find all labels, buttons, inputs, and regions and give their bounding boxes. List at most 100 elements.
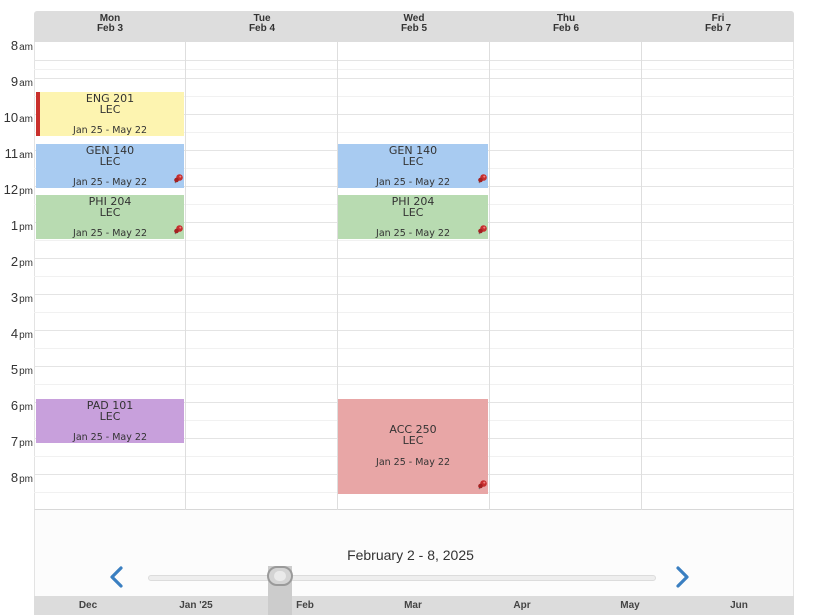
week-range-label: February 2 - 8, 2025 bbox=[347, 547, 474, 563]
event-pad-101[interactable]: PAD 101 LEC Jan 25 - May 22 bbox=[36, 399, 184, 443]
event-dates: Jan 25 - May 22 bbox=[73, 432, 147, 443]
event-type: LEC bbox=[402, 434, 424, 447]
grid-line bbox=[34, 294, 794, 295]
day-header-tue: Tue Feb 4 bbox=[186, 14, 338, 34]
event-eng-201[interactable]: ENG 201 LEC Jan 25 - May 22 bbox=[36, 92, 184, 136]
hour: 4 bbox=[10, 326, 19, 341]
pin-icon[interactable] bbox=[476, 479, 488, 491]
hour: 7 bbox=[10, 434, 19, 449]
chevron-right-icon[interactable] bbox=[672, 565, 692, 589]
meridiem: pm bbox=[19, 330, 33, 341]
grid-line bbox=[34, 366, 794, 367]
grid-line bbox=[34, 312, 794, 313]
timeline-slider-track[interactable] bbox=[148, 575, 656, 581]
hour: 1 bbox=[10, 218, 19, 233]
meridiem: pm bbox=[19, 222, 33, 233]
grid-line bbox=[34, 348, 794, 349]
month-label[interactable]: Mar bbox=[383, 600, 443, 611]
time-label: 11am bbox=[0, 145, 33, 163]
time-label: 9am bbox=[0, 73, 33, 91]
hour: 3 bbox=[10, 290, 19, 305]
month-label[interactable]: Feb bbox=[275, 600, 335, 611]
event-dates: Jan 25 - May 22 bbox=[376, 177, 450, 188]
day-divider bbox=[641, 42, 642, 510]
grid-line bbox=[34, 276, 794, 277]
event-type: LEC bbox=[402, 155, 424, 168]
time-label: 1pm bbox=[0, 217, 33, 235]
day-header-fri: Fri Feb 7 bbox=[642, 14, 794, 34]
event-phi-204[interactable]: PHI 204 LEC Jan 25 - May 22 bbox=[36, 195, 184, 239]
month-label[interactable]: Dec bbox=[58, 600, 118, 611]
event-dates: Jan 25 - May 22 bbox=[73, 228, 147, 239]
event-gen-140[interactable]: GEN 140 LEC Jan 25 - May 22 bbox=[338, 144, 488, 188]
event-phi-204[interactable]: PHI 204 LEC Jan 25 - May 22 bbox=[338, 195, 488, 239]
time-label: 10am bbox=[0, 109, 33, 127]
meridiem: pm bbox=[19, 186, 33, 197]
month-label[interactable]: Apr bbox=[492, 600, 552, 611]
event-type: LEC bbox=[99, 103, 121, 116]
time-label: 6pm bbox=[0, 397, 33, 415]
time-label: 2pm bbox=[0, 253, 33, 271]
meridiem: am bbox=[19, 42, 33, 53]
event-type: LEC bbox=[99, 206, 121, 219]
month-label[interactable]: Jan '25 bbox=[166, 600, 226, 611]
hour: 6 bbox=[10, 398, 19, 413]
event-dates: Jan 25 - May 22 bbox=[376, 457, 450, 468]
day-header-mon: Mon Feb 3 bbox=[34, 14, 186, 34]
chevron-left-icon[interactable] bbox=[107, 565, 127, 589]
day-header-wed: Wed Feb 5 bbox=[338, 14, 490, 34]
event-type: LEC bbox=[402, 206, 424, 219]
time-label: 4pm bbox=[0, 325, 33, 343]
day-date: Feb 3 bbox=[96, 23, 124, 34]
pin-icon[interactable] bbox=[476, 224, 488, 236]
timeline-slider-handle[interactable] bbox=[267, 566, 293, 586]
pin-icon[interactable] bbox=[172, 173, 184, 185]
time-label: 5pm bbox=[0, 361, 33, 379]
meridiem: am bbox=[19, 150, 33, 161]
grid-line bbox=[34, 240, 794, 241]
day-date: Feb 7 bbox=[704, 23, 732, 34]
hour: 2 bbox=[10, 254, 19, 269]
time-label: 8pm bbox=[0, 469, 33, 487]
event-gen-140[interactable]: GEN 140 LEC Jan 25 - May 22 bbox=[36, 144, 184, 188]
day-divider bbox=[489, 42, 490, 510]
grid-line bbox=[34, 258, 794, 259]
hour: 10 bbox=[3, 110, 19, 125]
hour: 8 bbox=[10, 470, 19, 485]
event-type: LEC bbox=[99, 155, 121, 168]
grid-line bbox=[34, 330, 794, 331]
grid-line bbox=[34, 384, 794, 385]
month-label[interactable]: May bbox=[600, 600, 660, 611]
grid-line bbox=[34, 69, 794, 70]
event-type: LEC bbox=[99, 410, 121, 423]
meridiem: am bbox=[19, 78, 33, 89]
event-dates: Jan 25 - May 22 bbox=[73, 125, 147, 136]
event-dates: Jan 25 - May 22 bbox=[73, 177, 147, 188]
grid-line bbox=[34, 60, 794, 61]
pin-icon[interactable] bbox=[172, 224, 184, 236]
hour: 11 bbox=[4, 146, 19, 161]
hour: 12 bbox=[3, 182, 19, 197]
weekly-calendar: Mon Feb 3 Tue Feb 4 Wed Feb 5 Thu Feb 6 Fri F… bbox=[0, 0, 821, 615]
pin-icon[interactable] bbox=[476, 173, 488, 185]
month-label[interactable]: Jun bbox=[709, 600, 769, 611]
day-date: Feb 4 bbox=[248, 23, 276, 34]
meridiem: pm bbox=[19, 258, 33, 269]
time-label: 7pm bbox=[0, 433, 33, 451]
time-label: 8am bbox=[0, 37, 33, 55]
day-date: Feb 6 bbox=[552, 23, 580, 34]
event-dates: Jan 25 - May 22 bbox=[376, 228, 450, 239]
meridiem: pm bbox=[19, 438, 33, 449]
event-acc-250[interactable]: ACC 250 LEC Jan 25 - May 22 bbox=[338, 399, 488, 494]
hour: 8 bbox=[10, 38, 19, 53]
hour: 9 bbox=[10, 74, 19, 89]
grid-line bbox=[34, 78, 794, 79]
meridiem: am bbox=[19, 114, 33, 125]
day-date: Feb 5 bbox=[400, 23, 428, 34]
meridiem: pm bbox=[19, 402, 33, 413]
meridiem: pm bbox=[19, 474, 33, 485]
day-divider bbox=[185, 42, 186, 510]
time-label: 3pm bbox=[0, 289, 33, 307]
meridiem: pm bbox=[19, 294, 33, 305]
time-label: 12pm bbox=[0, 181, 33, 199]
